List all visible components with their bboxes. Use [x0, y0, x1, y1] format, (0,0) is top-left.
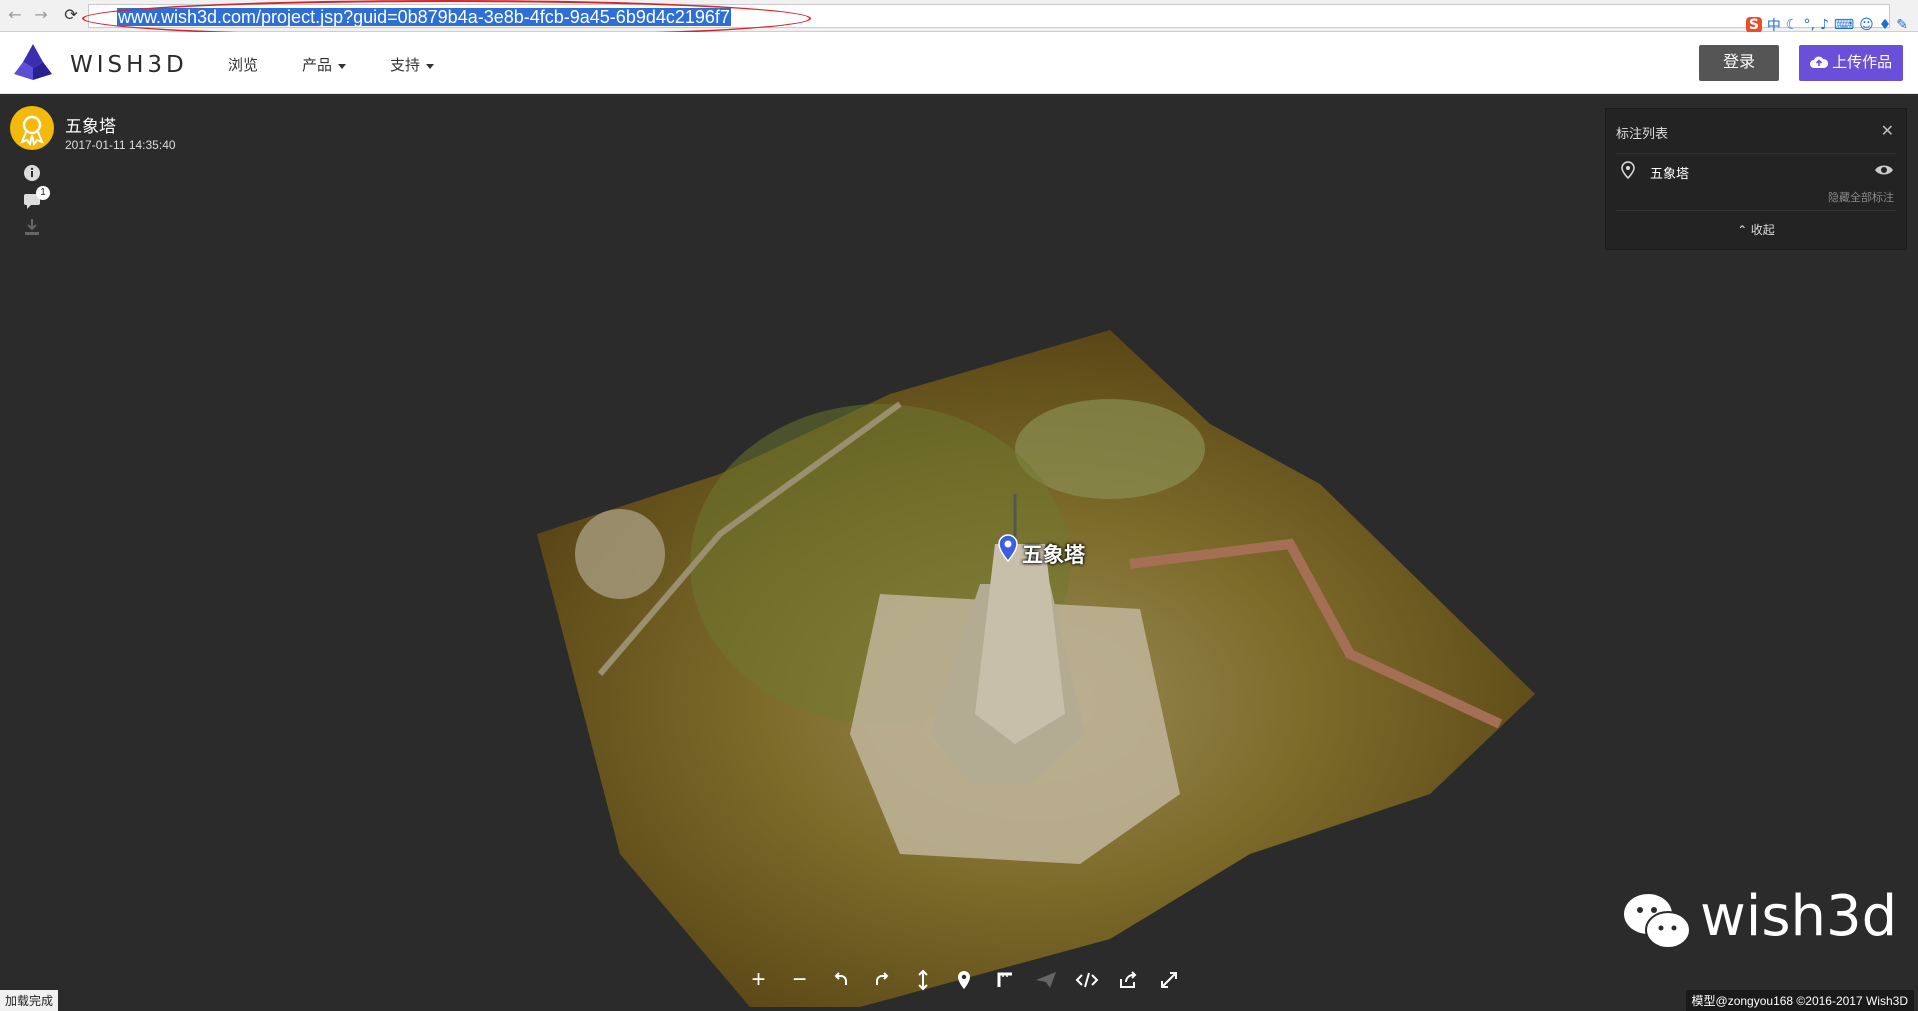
upload-button[interactable]: 上传作品 [1799, 45, 1903, 81]
zoom-out-button[interactable]: − [779, 964, 820, 996]
nav-products-label: 产品 [302, 57, 333, 74]
paper-plane-icon [1035, 972, 1056, 988]
watermark-text: wish3d [1700, 884, 1898, 949]
brand-name[interactable]: WISH3D [70, 52, 188, 78]
annotation-item[interactable]: 五象塔 [1650, 163, 1689, 182]
collapse-label: 收起 [1750, 223, 1775, 237]
caret-down-icon [426, 63, 435, 69]
login-button[interactable]: 登录 [1699, 45, 1779, 81]
wrench-icon[interactable]: ✎ [1896, 17, 1908, 33]
chevron-up-icon: ⌃ [1737, 223, 1748, 237]
back-icon[interactable]: ← [4, 4, 26, 26]
vertical-arrows-icon [917, 969, 928, 991]
award-icon [20, 115, 44, 147]
measure-button[interactable] [984, 964, 1025, 996]
user-icon[interactable]: ☺ [1859, 17, 1874, 33]
caret-down-icon [338, 63, 347, 69]
rotate-left-button[interactable] [820, 964, 861, 996]
minus-icon: − [792, 966, 807, 993]
rotate-right-icon [875, 972, 888, 985]
divider [1616, 210, 1896, 211]
nav-browse[interactable]: 浏览 [228, 54, 258, 75]
ruler-icon [997, 972, 1012, 987]
nav-support[interactable]: 支持 [390, 54, 435, 75]
forward-icon[interactable]: → [30, 4, 52, 26]
moon-icon[interactable]: ☾ [1786, 17, 1799, 33]
keyboard-icon[interactable]: ⌨ [1834, 17, 1854, 33]
zoom-in-button[interactable]: + [738, 964, 779, 996]
eye-icon[interactable] [1874, 163, 1894, 177]
roundabout [575, 509, 665, 599]
rotate-right-button[interactable] [861, 964, 902, 996]
project-title: 五象塔 [65, 117, 116, 136]
download-icon[interactable] [21, 216, 43, 238]
map-pin-icon [1621, 161, 1635, 179]
avatar[interactable] [10, 106, 54, 150]
location-marker-icon[interactable] [998, 534, 1018, 562]
site-header: WISH3D 浏览 产品 支持 登录 上传作品 [0, 32, 1918, 94]
embed-code-button[interactable] [1066, 964, 1107, 996]
annotation-panel: 标注列表 ✕ 五象塔 隐藏全部标注 ⌃ 收起 [1605, 108, 1907, 250]
fullscreen-icon [1160, 972, 1177, 988]
share-button[interactable] [1107, 964, 1148, 996]
upload-label: 上传作品 [1832, 54, 1893, 71]
nav-support-label: 支持 [390, 57, 421, 74]
code-icon [1075, 972, 1098, 988]
panel-title: 标注列表 [1616, 126, 1669, 141]
nav-products[interactable]: 产品 [302, 54, 347, 75]
annotation-button[interactable] [943, 964, 984, 996]
cloud-upload-icon [1809, 56, 1828, 68]
browser-toolbar: ← → ⟳ www.wish3d.com/project.jsp?guid=0b… [0, 0, 1918, 37]
close-icon[interactable]: ✕ [1881, 121, 1894, 141]
sogou-icon[interactable]: S [1745, 17, 1762, 33]
shirt-icon[interactable]: ♦ [1879, 17, 1892, 33]
reload-icon[interactable]: ⟳ [60, 4, 82, 26]
fly-button[interactable] [1025, 964, 1066, 996]
wechat-icon [1624, 894, 1691, 949]
vertical-move-button[interactable] [902, 964, 943, 996]
punctuation-icon[interactable]: °, [1803, 17, 1814, 33]
viewer-toolbar: + − [738, 964, 1189, 996]
divider [1616, 153, 1896, 154]
marker-label[interactable]: 五象塔 [1022, 539, 1085, 569]
project-date: 2017-01-11 14:35:40 [65, 138, 176, 152]
map-pin-icon [957, 971, 970, 989]
3d-viewer[interactable]: 五象塔 2017-01-11 14:35:40 1 标注列表 ✕ 五象塔 隐藏全… [0, 94, 1918, 1007]
info-icon[interactable] [21, 162, 43, 184]
fullscreen-button[interactable] [1148, 964, 1189, 996]
comment-count-badge: 1 [36, 186, 50, 200]
plus-icon: + [751, 966, 766, 993]
share-icon [1119, 971, 1136, 988]
mic-icon[interactable]: ♪ [1820, 17, 1829, 33]
hide-all-annotations-link[interactable]: 隐藏全部标注 [1828, 189, 1894, 205]
wish3d-logo-icon[interactable] [12, 42, 54, 82]
rotate-left-icon [834, 972, 847, 985]
collapse-button[interactable]: ⌃ 收起 [1606, 221, 1906, 238]
model-credit: 模型@zongyou168 ©2016-2017 Wish3D [1685, 990, 1914, 1011]
status-text: 加载完成 [0, 990, 59, 1011]
